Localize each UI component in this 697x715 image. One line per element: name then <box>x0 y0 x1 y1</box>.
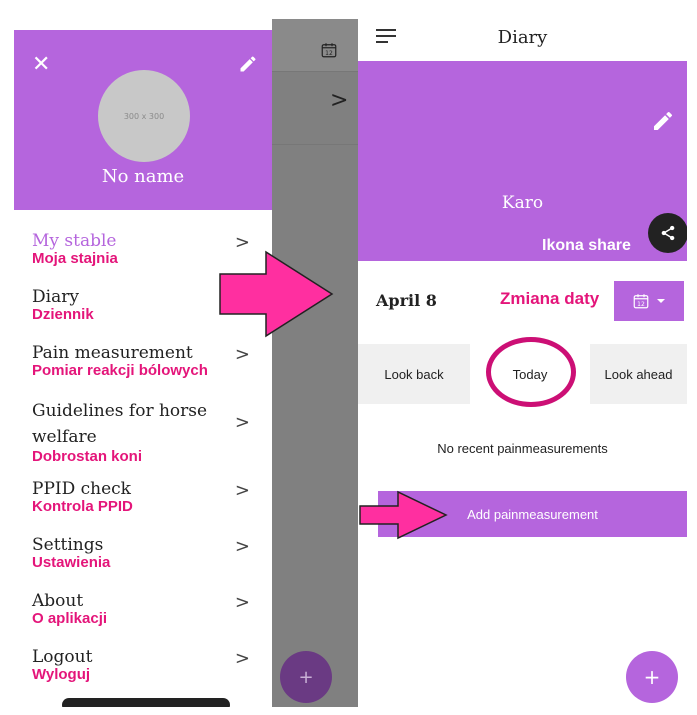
menu-item-settings[interactable]: Settings Ustawienia > <box>14 530 272 586</box>
chevron-right-icon: > <box>234 412 250 433</box>
chevron-right-icon: > <box>234 536 250 557</box>
menu-item-label: Settings <box>32 535 104 555</box>
highlight-circle <box>486 337 576 407</box>
edit-pencil-icon[interactable] <box>238 54 258 74</box>
calendar-day: 12 <box>325 50 333 57</box>
menu-item-pain-measurement[interactable]: Pain measurement Pomiar reakcji bólowych… <box>14 338 272 394</box>
date-annotation: Zmiana daty <box>500 289 600 308</box>
menu-item-label: Pain measurement <box>32 343 193 363</box>
avatar-placeholder-text: 300 x 300 <box>123 111 165 121</box>
app-bar: Diary <box>358 19 687 61</box>
translation-annotation: Wyloguj <box>32 666 91 683</box>
horse-name: Karo <box>501 193 544 213</box>
tab-look-back[interactable]: Look back <box>358 344 470 404</box>
chevron-right-icon: > <box>234 648 250 669</box>
menu-item-logout[interactable]: Logout Wyloguj > <box>14 642 272 698</box>
tab-look-ahead[interactable]: Look ahead <box>590 344 687 404</box>
translation-annotation: Dobrostan koni <box>32 448 143 465</box>
calendar-day: 12 <box>637 301 645 308</box>
translation-annotation: Ustawienia <box>32 554 111 571</box>
edit-pencil-icon[interactable] <box>651 109 675 133</box>
chevron-right-icon: > <box>234 592 250 613</box>
page-title: Diary <box>497 27 548 48</box>
home-indicator <box>62 698 230 707</box>
share-annotation: Ikona share <box>542 237 631 254</box>
menu-item-label: My stable <box>32 231 117 251</box>
horse-header: Karo Ikona share <box>358 61 687 261</box>
menu-item-label: PPID check <box>32 479 131 499</box>
user-name: No name <box>101 166 185 187</box>
translation-annotation: O aplikacji <box>32 610 108 627</box>
menu-item-label: Guidelines for horse welfare <box>32 401 208 447</box>
menu-item-label: About <box>32 591 84 611</box>
diary-screen: Diary Karo Ikona share April 8 Zmiana da… <box>358 19 687 707</box>
dimmed-row: > <box>272 72 358 145</box>
add-fab[interactable]: + <box>626 651 678 703</box>
share-icon <box>661 225 675 241</box>
chevron-right-icon: > <box>330 88 349 113</box>
dimmed-content-overlay[interactable]: 12 > + <box>272 19 358 707</box>
calendar-icon: 12 <box>633 294 649 309</box>
menu-item-guidelines[interactable]: Guidelines for horse welfare Dobrostan k… <box>14 394 272 474</box>
close-icon[interactable]: ✕ <box>32 54 50 76</box>
navigation-drawer: ✕ 300 x 300 No name My stable Moja stajn… <box>14 30 272 707</box>
add-fab-dimmed: + <box>280 651 332 703</box>
caret-down-icon <box>657 299 665 303</box>
date-row: April 8 Zmiana daty 12 <box>358 279 687 329</box>
current-date: April 8 <box>376 291 437 310</box>
empty-state-text: No recent painmeasurements <box>437 441 608 456</box>
small-arrow-annotation <box>359 490 448 540</box>
translation-annotation: Kontrola PPID <box>32 498 133 515</box>
date-picker-button[interactable]: 12 <box>614 281 684 321</box>
share-button[interactable] <box>648 213 687 253</box>
menu-item-ppid-check[interactable]: PPID check Kontrola PPID > <box>14 474 272 530</box>
translation-annotation: Pomiar reakcji bólowych <box>32 362 208 379</box>
drawer-header: ✕ 300 x 300 No name <box>14 30 272 210</box>
dimmed-topbar: 12 <box>272 19 358 72</box>
menu-item-about[interactable]: About O aplikacji > <box>14 586 272 642</box>
calendar-icon: 12 <box>321 43 337 58</box>
avatar[interactable]: 300 x 300 <box>98 70 190 162</box>
chevron-right-icon: > <box>234 344 250 365</box>
menu-item-label: Diary <box>32 287 79 307</box>
big-arrow-annotation <box>219 250 334 338</box>
menu-item-label: Logout <box>32 647 93 667</box>
chevron-right-icon: > <box>234 480 250 501</box>
